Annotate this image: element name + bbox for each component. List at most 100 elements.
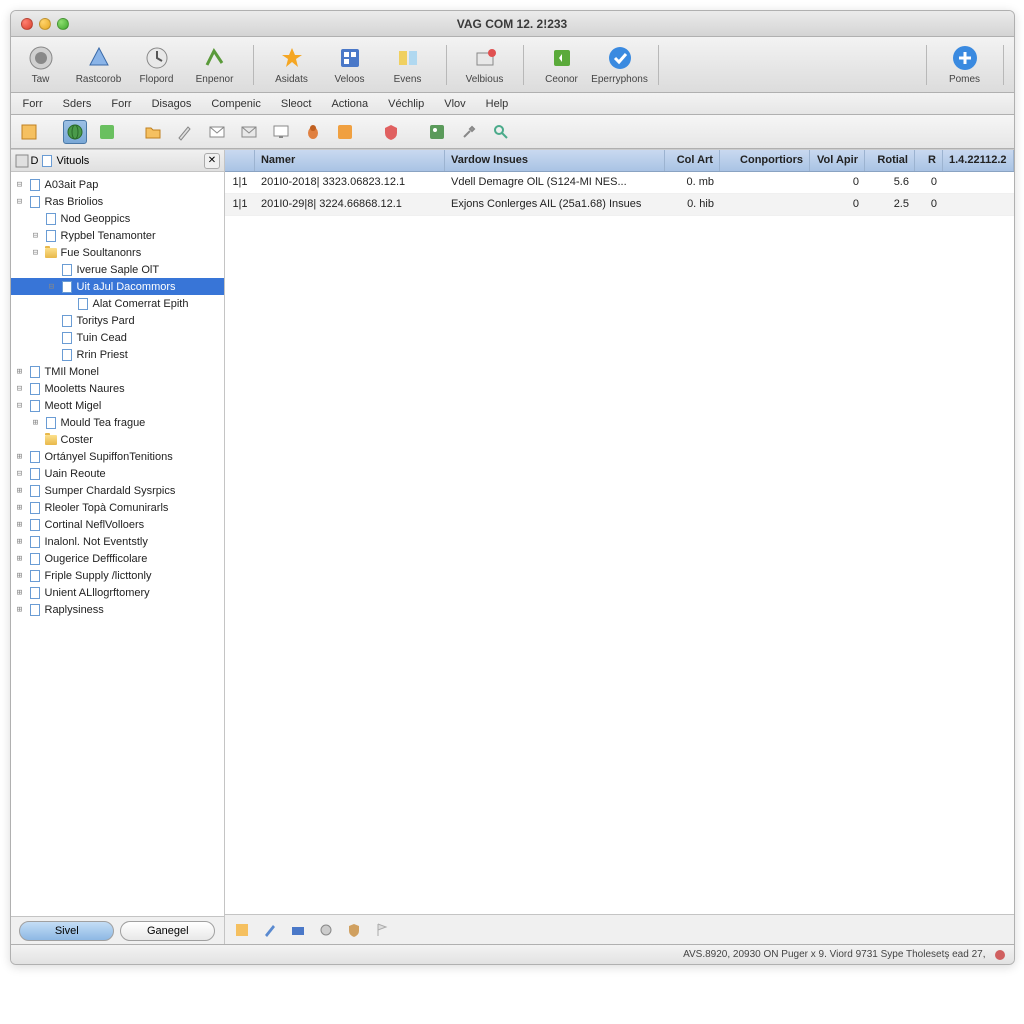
col-art[interactable]: Col Art bbox=[665, 150, 720, 171]
tb2-wrench-icon[interactable] bbox=[457, 120, 481, 144]
tb2-brush-icon[interactable] bbox=[173, 120, 197, 144]
menu-forr[interactable]: Forr bbox=[17, 96, 49, 112]
tree-node[interactable]: ⊟Fue Soultanonrs bbox=[11, 244, 224, 261]
tree[interactable]: ⊟A03ait Pap⊟Ras BrioliosNod Geoppics⊟Ryp… bbox=[11, 172, 224, 916]
tree-node[interactable]: ⊟Ras Briolios bbox=[11, 193, 224, 210]
tree-expand-icon[interactable]: ⊞ bbox=[15, 605, 25, 615]
tree-node[interactable]: Rrin Priest bbox=[11, 346, 224, 363]
tree-expand-icon[interactable]: ⊞ bbox=[15, 452, 25, 462]
tree-node[interactable]: Coster bbox=[11, 431, 224, 448]
tree-node[interactable]: ⊞Inalonl. Not Eventstly bbox=[11, 533, 224, 550]
tb2-bug-icon[interactable] bbox=[301, 120, 325, 144]
tb2-file-icon[interactable] bbox=[17, 120, 41, 144]
btab-gear-icon[interactable] bbox=[315, 919, 337, 941]
tb2-green-icon[interactable] bbox=[95, 120, 119, 144]
menu-vlov[interactable]: Vlov bbox=[438, 96, 471, 112]
tree-node[interactable]: ⊞Cortinal NeflVolloers bbox=[11, 516, 224, 533]
tree-expand-icon[interactable]: ⊞ bbox=[31, 418, 41, 428]
tree-node[interactable]: Tuin Cead bbox=[11, 329, 224, 346]
table-body[interactable]: 1|1201I0-2018| 3323.06823.12.1Vdell Dema… bbox=[225, 172, 1014, 914]
tree-node[interactable]: Toritys Pard bbox=[11, 312, 224, 329]
tree-node[interactable]: ⊟Meott Migel bbox=[11, 397, 224, 414]
tree-expand-icon[interactable]: ⊟ bbox=[15, 401, 25, 411]
tree-node[interactable]: ⊞Ougerice Deffficolare bbox=[11, 550, 224, 567]
tb2-envelope-icon[interactable] bbox=[237, 120, 261, 144]
table-row[interactable]: 1|1201I0-2018| 3323.06823.12.1Vdell Dema… bbox=[225, 172, 1014, 194]
col-last[interactable]: 1.4.22112.2 bbox=[943, 150, 1014, 171]
tb2-folder-icon[interactable] bbox=[141, 120, 165, 144]
tb2-picture-icon[interactable] bbox=[425, 120, 449, 144]
tree-node[interactable]: Iverue Saple OlT bbox=[11, 261, 224, 278]
tb2-globe-icon[interactable] bbox=[63, 120, 87, 144]
toolbar-taw[interactable]: Taw bbox=[17, 44, 65, 85]
toolbar-eperryphons[interactable]: Eperryphons bbox=[596, 44, 644, 85]
toolbar-veloos[interactable]: Veloos bbox=[326, 44, 374, 85]
tree-node[interactable]: ⊞Ortányel SupiffonTenitions bbox=[11, 448, 224, 465]
tree-node[interactable]: ⊞Sumper Chardald Sysrpics bbox=[11, 482, 224, 499]
toolbar-velbious[interactable]: Velbious bbox=[461, 44, 509, 85]
tree-expand-icon[interactable]: ⊟ bbox=[47, 282, 57, 292]
tree-expand-icon[interactable]: ⊟ bbox=[15, 197, 25, 207]
tree-expand-icon[interactable]: ⊞ bbox=[15, 503, 25, 513]
menu-vechlip[interactable]: Véchlip bbox=[382, 96, 430, 112]
tree-expand-icon[interactable]: ⊞ bbox=[15, 486, 25, 496]
tree-expand-icon[interactable]: ⊟ bbox=[31, 248, 41, 258]
tree-node[interactable]: ⊟Rypbel Tenamonter bbox=[11, 227, 224, 244]
save-button[interactable]: Sivel bbox=[19, 921, 114, 941]
btab-file-icon[interactable] bbox=[231, 919, 253, 941]
sidebar-close-icon[interactable]: ✕ bbox=[204, 153, 220, 169]
toolbar-asidats[interactable]: Asidats bbox=[268, 44, 316, 85]
col-namer[interactable]: Namer bbox=[255, 150, 445, 171]
col-conp[interactable]: Conportiors bbox=[720, 150, 810, 171]
tree-node[interactable]: ⊟Mooletts Naures bbox=[11, 380, 224, 397]
tree-expand-icon[interactable]: ⊞ bbox=[15, 520, 25, 530]
btab-shield-icon[interactable] bbox=[343, 919, 365, 941]
menu-forr2[interactable]: Forr bbox=[105, 96, 137, 112]
tree-node[interactable]: ⊞Mould Tea frague bbox=[11, 414, 224, 431]
tree-expand-icon[interactable]: ⊞ bbox=[15, 537, 25, 547]
btab-pencil-icon[interactable] bbox=[259, 919, 281, 941]
tree-node[interactable]: ⊟A03ait Pap bbox=[11, 176, 224, 193]
tb2-monitor-icon[interactable] bbox=[269, 120, 293, 144]
tb2-orange-icon[interactable] bbox=[333, 120, 357, 144]
tree-node[interactable]: ⊟Uit aJul Dacommors bbox=[11, 278, 224, 295]
toolbar-flopord[interactable]: Flopord bbox=[133, 44, 181, 85]
toolbar-pomes[interactable]: Pomes bbox=[941, 44, 989, 85]
tree-node[interactable]: ⊞Friple Supply /licttonly bbox=[11, 567, 224, 584]
menu-actiona[interactable]: Actiona bbox=[325, 96, 374, 112]
tree-expand-icon[interactable]: ⊟ bbox=[15, 180, 25, 190]
tree-node[interactable]: ⊟Uain Reoute bbox=[11, 465, 224, 482]
tb2-key-icon[interactable] bbox=[489, 120, 513, 144]
cancel-button[interactable]: Ganegel bbox=[120, 921, 215, 941]
table-row[interactable]: 1|1201I0-29|8| 3224.66868.12.1Exjons Con… bbox=[225, 194, 1014, 216]
col-blank[interactable] bbox=[225, 150, 255, 171]
tree-expand-icon[interactable]: ⊞ bbox=[15, 367, 25, 377]
tree-node[interactable]: ⊞Raplysiness bbox=[11, 601, 224, 618]
btab-print-icon[interactable] bbox=[287, 919, 309, 941]
tree-expand-icon[interactable]: ⊞ bbox=[15, 588, 25, 598]
tb2-shield-icon[interactable] bbox=[379, 120, 403, 144]
tree-expand-icon[interactable]: ⊟ bbox=[15, 384, 25, 394]
btab-flag-icon[interactable] bbox=[371, 919, 393, 941]
col-vardow[interactable]: Vardow Insues bbox=[445, 150, 665, 171]
toolbar-enpenor[interactable]: Enpenor bbox=[191, 44, 239, 85]
tree-expand-icon[interactable]: ⊟ bbox=[15, 469, 25, 479]
tb2-mail-icon[interactable] bbox=[205, 120, 229, 144]
tree-node[interactable]: ⊞TMIl Monel bbox=[11, 363, 224, 380]
col-rotal[interactable]: Rotial bbox=[865, 150, 915, 171]
tree-node[interactable]: Alat Comerrat Epith bbox=[11, 295, 224, 312]
toolbar-ceonor[interactable]: Ceonor bbox=[538, 44, 586, 85]
menu-disagos[interactable]: Disagos bbox=[146, 96, 198, 112]
toolbar-evens[interactable]: Evens bbox=[384, 44, 432, 85]
tree-expand-icon[interactable]: ⊟ bbox=[31, 231, 41, 241]
tree-node[interactable]: ⊞Unient ALllogrftomery bbox=[11, 584, 224, 601]
menu-sleoct[interactable]: Sleoct bbox=[275, 96, 318, 112]
tree-expand-icon[interactable]: ⊞ bbox=[15, 571, 25, 581]
tree-node[interactable]: ⊞Rleoler Topà Comunirarls bbox=[11, 499, 224, 516]
toolbar-rastcorob[interactable]: Rastcorob bbox=[75, 44, 123, 85]
tree-node[interactable]: Nod Geoppics bbox=[11, 210, 224, 227]
col-r[interactable]: R bbox=[915, 150, 943, 171]
tree-expand-icon[interactable]: ⊞ bbox=[15, 554, 25, 564]
menu-compenic[interactable]: Compenic bbox=[205, 96, 267, 112]
col-valap[interactable]: Vol Apir bbox=[810, 150, 865, 171]
